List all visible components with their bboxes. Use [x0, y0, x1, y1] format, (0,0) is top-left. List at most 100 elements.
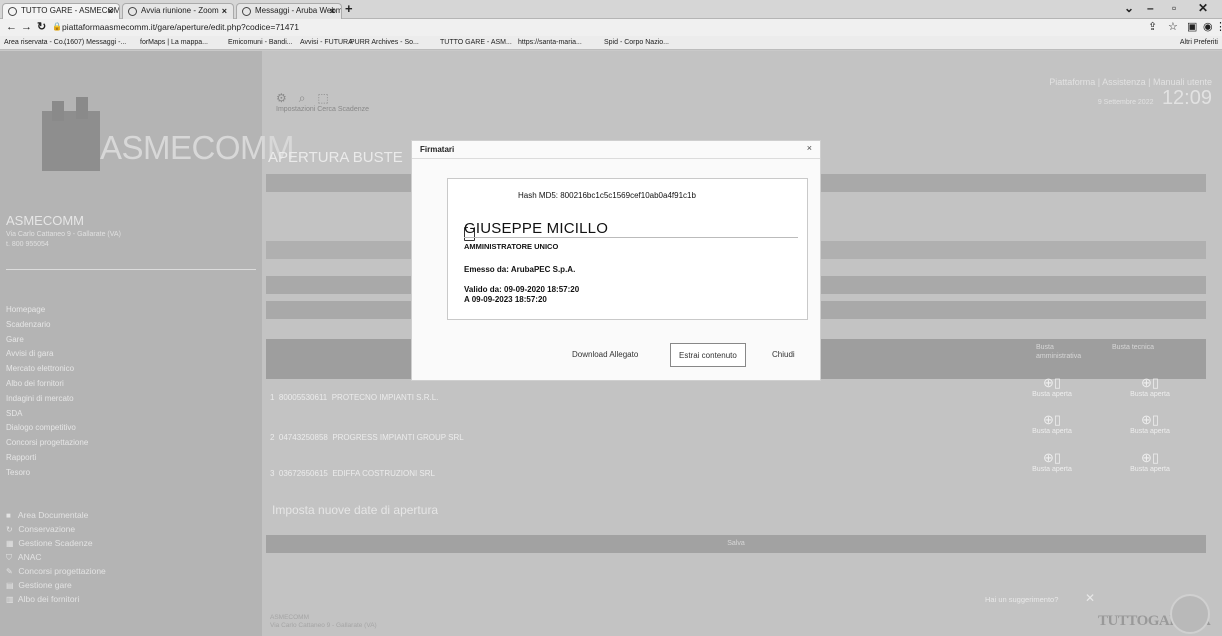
sidebar-item-gestione-gare[interactable]: ▤ Gestione gare: [6, 578, 256, 592]
star-icon[interactable]: ☆: [1168, 20, 1178, 34]
sidebar-item-albo[interactable]: Albo dei fornitori: [6, 377, 256, 392]
sidebar-item-rapporti[interactable]: Rapporti: [6, 451, 256, 466]
sidebar-item-label: Gestione Scadenze: [18, 538, 93, 548]
sidebar-item-anac[interactable]: ⛉ ANAC: [6, 550, 256, 564]
bookmark-item[interactable]: PURR Archives - So...: [350, 36, 419, 49]
sidebar-item-conservazione[interactable]: ↻ Conservazione: [6, 522, 256, 536]
sidebar-item-albo-fornitori[interactable]: ▥ Albo dei fornitori: [6, 592, 256, 606]
sidebar-item-sda[interactable]: SDA: [6, 407, 256, 422]
valid-to: A 09-09-2023 18:57:20: [464, 295, 547, 304]
browser-tab-zoom[interactable]: Avvia riunione - Zoom ×: [122, 3, 234, 19]
shield-icon: ⛉: [6, 553, 12, 562]
calendar-icon: ▦: [6, 539, 14, 548]
new-dates-link[interactable]: Imposta nuove date di apertura: [272, 503, 438, 517]
maximize-button[interactable]: ▫: [1172, 1, 1176, 15]
close-tab-icon[interactable]: ×: [108, 4, 113, 18]
sidebar-item-label: Concorsi progettazione: [18, 566, 106, 576]
chat-bubble-icon[interactable]: [1170, 594, 1210, 634]
sidebar-item-scadenzario[interactable]: Scadenzario: [6, 318, 256, 333]
sidebar-item-tesoro[interactable]: Tesoro: [6, 466, 256, 481]
window-icon[interactable]: ▣: [1187, 20, 1197, 34]
profile-icon[interactable]: ◉: [1203, 20, 1213, 34]
browser-tab-tuttogare[interactable]: TUTTO GARE - ASMECOMM ×: [2, 3, 120, 19]
open-envelope-button[interactable]: ⊕▯ Busta aperta: [1128, 451, 1172, 474]
close-window-button[interactable]: ✕: [1198, 1, 1208, 15]
bookmark-item[interactable]: https://santa-maria...: [518, 36, 582, 49]
row-code: 03672650615: [278, 469, 328, 478]
sidebar-item-mercato[interactable]: Mercato elettronico: [6, 362, 256, 377]
sidebar-item-concorsi[interactable]: Concorsi progettazione: [6, 436, 256, 451]
bookmark-item[interactable]: TUTTO GARE - ASM...: [440, 36, 512, 49]
close-tab-icon[interactable]: ×: [222, 4, 227, 18]
share-icon[interactable]: ⇪: [1148, 20, 1157, 34]
sidebar-item-label: Conservazione: [18, 524, 76, 534]
bookmark-item[interactable]: Area riservata - Co...: [4, 36, 69, 49]
top-links[interactable]: Piattaforma | Assistenza | Manuali utent…: [1049, 77, 1212, 87]
back-icon[interactable]: ←: [6, 20, 17, 34]
feedback-toast[interactable]: Hai un suggerimento?: [985, 595, 1058, 604]
bookmark-item[interactable]: Spid - Corpo Nazio...: [604, 36, 669, 49]
browser-tab-aruba[interactable]: Messaggi - Aruba Webmail ×: [236, 3, 342, 19]
new-tab-button[interactable]: +: [345, 2, 353, 16]
open-envelope-button[interactable]: ⊕▯ Busta aperta: [1128, 376, 1172, 399]
settings-icon[interactable]: ⚙: [276, 91, 287, 105]
sidebar-item-dialogo[interactable]: Dialogo competitivo: [6, 421, 256, 436]
sidebar-item-avvisi[interactable]: Avvisi di gara: [6, 347, 256, 362]
open-envelope-button[interactable]: ⊕▯ Busta aperta: [1030, 413, 1074, 436]
sidebar-item-gestione-scadenze[interactable]: ▦ Gestione Scadenze: [6, 536, 256, 550]
sidebar-item-gare[interactable]: Gare: [6, 333, 256, 348]
book-icon: ▥: [6, 595, 14, 604]
menu-dots-icon[interactable]: ⋮: [1215, 20, 1222, 34]
org-name: ASMECOMM: [6, 213, 84, 228]
status-label: Busta aperta: [1032, 428, 1072, 435]
envelope-open-icon: ⊕▯: [1042, 412, 1062, 427]
sidebar-item-label: Area Documentale: [17, 510, 89, 520]
bookmark-item[interactable]: Emicomuni - Bandi...: [228, 36, 293, 49]
page-footer: ASMECOMM Via Carlo Cattaneo 9 - Gallarat…: [270, 614, 377, 629]
mail-favicon-icon: [242, 7, 251, 16]
status-label: Busta aperta: [1130, 428, 1170, 435]
sidebar-item-area-documentale[interactable]: ■ Area Documentale: [6, 508, 256, 522]
refresh-icon: ↻: [6, 525, 13, 534]
row-company: EDIFFA COSTRUZIONI SRL: [332, 469, 435, 478]
extract-content-button[interactable]: Estrai contenuto: [670, 343, 746, 367]
reload-icon[interactable]: ↻: [37, 20, 46, 34]
close-tab-icon[interactable]: ×: [330, 4, 335, 18]
signers-dialog: Firmatari × Hash MD5: 800216bc1c5c1569ce…: [411, 140, 821, 381]
minimize-button[interactable]: –: [1147, 1, 1154, 15]
close-dialog-icon[interactable]: ×: [807, 143, 812, 153]
envelope-open-icon: ⊕▯: [1042, 450, 1062, 465]
sidebar-divider: [6, 269, 256, 270]
column-header: Busta amministrativa: [1036, 344, 1082, 360]
close-toast-icon[interactable]: ✕: [1085, 591, 1095, 605]
asmecomm-logo[interactable]: ASMECOMM: [42, 97, 295, 175]
sidebar-item-indagini[interactable]: Indagini di mercato: [6, 392, 256, 407]
sidebar-item-concorsi-progettazione[interactable]: ✎ Concorsi progettazione: [6, 564, 256, 578]
bookmark-item[interactable]: forMaps | La mappa...: [140, 36, 208, 49]
open-envelope-button[interactable]: ⊕▯ Busta aperta: [1030, 376, 1074, 399]
certificate-issuer: Emesso da: ArubaPEC S.p.A.: [464, 265, 576, 274]
download-attachment-button[interactable]: Download Allegato: [572, 343, 638, 367]
search-icon[interactable]: ⌕: [299, 91, 306, 106]
row-number: 3: [270, 469, 275, 478]
save-bar-button[interactable]: Salva: [266, 535, 1206, 553]
dialog-title: Firmatari: [420, 145, 455, 154]
table-row: 2 04743250858 PROGRESS IMPIANTI GROUP SR…: [270, 433, 464, 442]
open-envelope-button[interactable]: ⊕▯ Busta aperta: [1030, 451, 1074, 474]
current-time: 12:09: [1161, 87, 1212, 109]
url-field[interactable]: piattaformaasmecomm.it/gare/aperture/edi…: [62, 21, 1092, 34]
sidebar-item-homepage[interactable]: Homepage: [6, 303, 256, 318]
bookmark-item[interactable]: Avvisi - FUTURA: [300, 36, 353, 49]
sidebar-secondary-menu: ■ Area Documentale ↻ Conservazione ▦ Ges…: [6, 508, 256, 606]
open-envelope-button[interactable]: ⊕▯ Busta aperta: [1128, 413, 1172, 436]
hash-md5: Hash MD5: 800216bc1c5c1569cef10ab0a4f91c…: [518, 191, 696, 200]
forward-icon[interactable]: →: [21, 20, 32, 34]
close-button[interactable]: Chiudi: [772, 343, 795, 367]
bookmark-item[interactable]: (1607) Messaggi -...: [64, 36, 126, 49]
tab-search-button[interactable]: ⌄: [1124, 1, 1134, 15]
certificate-card: Hash MD5: 800216bc1c5c1569cef10ab0a4f91c…: [447, 178, 808, 320]
browser-tab-bar: TUTTO GARE - ASMECOMM × Avvia riunione -…: [0, 0, 1222, 19]
other-bookmarks[interactable]: Altri Preferiti: [1180, 36, 1218, 49]
calendar-icon[interactable]: ⬚: [317, 91, 328, 105]
site-favicon-icon: [8, 7, 17, 16]
